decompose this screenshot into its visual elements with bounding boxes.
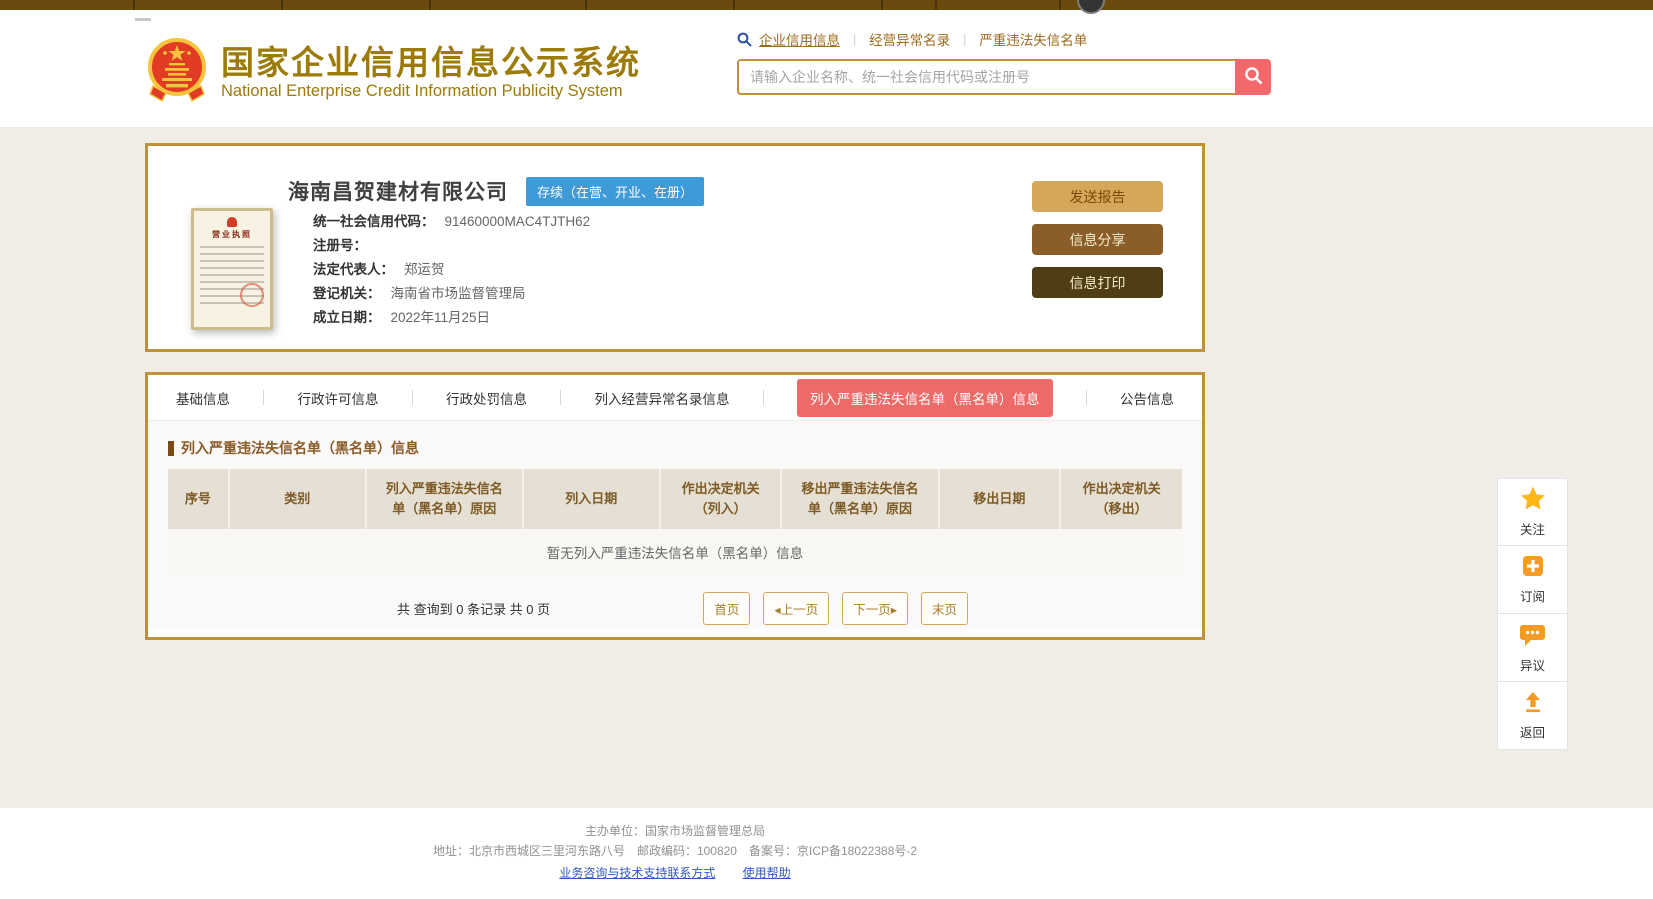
top-strip — [0, 0, 1653, 14]
side-widget: 关注 订阅 异议 返回 — [1497, 478, 1568, 750]
blacklist-section: 列入严重违法失信名单（黑名单）信息 序号 类别 列入严重违法失信名 单（黑名单）… — [148, 420, 1202, 629]
company-name: 海南昌贺建材有限公司 — [288, 181, 508, 204]
subscribe-button[interactable]: 订阅 — [1497, 546, 1568, 614]
top-strip-divider — [585, 0, 587, 10]
tab-separator — [263, 390, 265, 405]
search-button-icon — [1244, 66, 1263, 88]
license-red-seal-icon — [240, 283, 264, 307]
top-strip-divider — [281, 0, 283, 10]
license-title: 营业执照 — [212, 230, 252, 239]
col-header-removal-reason: 移出严重违法失信名 单（黑名单）原因 — [781, 469, 940, 529]
search-button[interactable] — [1235, 59, 1271, 95]
company-fields: 统一社会信用代码： 91460000MAC4TJTH62 注册号： 法定代表人：郑… — [313, 210, 590, 330]
blacklist-table: 序号 类别 列入严重违法失信名 单（黑名单）原因 列入日期 作出决定机关 （列入… — [168, 469, 1182, 575]
footer-address: 地址：北京市西城区三里河东路八号 邮政编码：100820 备案号：京ICP备18… — [432, 844, 918, 859]
top-strip-divider — [733, 0, 735, 10]
col-header-inclusion-date: 列入日期 — [522, 469, 661, 529]
detail-tabbar: 基础信息 行政许可信息 行政处罚信息 列入经营异常名录信息 列入严重违法失信名单… — [148, 375, 1202, 420]
page-footer: 主办单位：国家市场监督管理总局 地址：北京市西城区三里河东路八号 邮政编码：10… — [0, 808, 1653, 899]
objection-button[interactable]: 异议 — [1497, 614, 1568, 682]
prev-page-button[interactable]: ◂上一页 — [763, 592, 830, 625]
pagination: 共 查询到 0 条记录 共 0 页 首页 ◂上一页 下一页▸ 末页 — [168, 592, 1182, 625]
first-page-button[interactable]: 首页 — [703, 592, 751, 625]
company-status-badge: 存续（在营、开业、在册） — [526, 176, 705, 206]
search-tab-separator: | — [963, 32, 967, 46]
empty-message: 暂无列入严重违法失信名单（黑名单）信息 — [168, 529, 1182, 575]
field-credit-code: 统一社会信用代码： 91460000MAC4TJTH62 — [313, 214, 591, 229]
company-summary-card: 营业执照 海南昌贺建材有限公司 存续（在营、开业、在册） 统一社会信用代码： 91… — [145, 143, 1205, 352]
info-share-button[interactable]: 信息分享 — [1032, 224, 1163, 255]
national-emblem-logo — [145, 36, 209, 109]
footer-link-help[interactable]: 使用帮助 — [743, 866, 791, 880]
top-strip-divider — [881, 0, 883, 10]
tab-serious-violation-blacklist[interactable]: 列入严重违法失信名单（黑名单）信息 — [797, 378, 1053, 417]
tab-separator — [1085, 390, 1087, 405]
section-title-marker — [168, 440, 174, 456]
top-strip-divider — [1059, 0, 1061, 10]
tab-separator — [560, 390, 562, 405]
top-strip-divider — [935, 0, 937, 10]
search-tab-serious-violation[interactable]: 严重违法失信名单 — [979, 29, 1087, 49]
col-header-inclusion-reason: 列入严重违法失信名 单（黑名单）原因 — [365, 469, 524, 529]
subscribe-plus-icon — [1521, 554, 1545, 583]
site-title-en: National Enterprise Credit Information P… — [221, 82, 623, 101]
tab-abnormal-operations[interactable]: 列入经营异常名录信息 — [595, 388, 730, 408]
col-header-category: 类别 — [228, 469, 367, 529]
info-print-button[interactable]: 信息打印 — [1032, 267, 1163, 298]
col-header-deciding-authority-out: 作出决定机关 （移出） — [1060, 469, 1182, 529]
site-brand: 国家企业信用信息公示系统 National Enterprise Credit … — [145, 36, 641, 109]
table-row: 暂无列入严重违法失信名单（黑名单）信息 — [168, 529, 1182, 575]
footer-link-support-contact[interactable]: 业务咨询与技术支持联系方式 — [559, 866, 715, 880]
search-icon — [737, 32, 752, 47]
company-detail-card: 基础信息 行政许可信息 行政处罚信息 列入经营异常名录信息 列入严重违法失信名单… — [145, 372, 1205, 640]
tab-separator — [762, 390, 764, 405]
back-to-top-button[interactable]: 返回 — [1497, 682, 1568, 750]
field-legal-representative: 法定代表人： 郑运贺 — [313, 262, 445, 277]
tab-announcements[interactable]: 公告信息 — [1120, 388, 1174, 408]
send-report-button[interactable]: 发送报告 — [1032, 181, 1163, 212]
business-license-thumbnail: 营业执照 — [191, 208, 273, 330]
tab-separator — [411, 390, 413, 405]
feedback-bubble-icon — [1519, 622, 1546, 652]
star-icon — [1520, 486, 1546, 516]
section-title: 列入严重违法失信名单（黑名单）信息 — [168, 438, 1182, 458]
follow-button[interactable]: 关注 — [1497, 478, 1568, 546]
site-title-cn: 国家企业信用信息公示系统 — [221, 43, 641, 81]
field-registration-authority: 登记机关： 海南省市场监督管理局 — [313, 286, 526, 301]
top-strip-divider — [429, 0, 431, 10]
footer-organizer: 主办单位：国家市场监督管理总局 — [584, 824, 765, 838]
record-count-summary: 共 查询到 0 条记录 共 0 页 — [397, 602, 551, 617]
search-tab-abnormal-operations[interactable]: 经营异常名录 — [869, 29, 950, 49]
col-header-removal-date: 移出日期 — [938, 469, 1062, 529]
col-header-seq: 序号 — [168, 469, 230, 529]
main-content: 营业执照 海南昌贺建材有限公司 存续（在营、开业、在册） 统一社会信用代码： 91… — [0, 127, 1653, 808]
last-page-button[interactable]: 末页 — [920, 592, 968, 625]
col-header-deciding-authority-in: 作出决定机关 （列入） — [659, 469, 783, 529]
search-input[interactable] — [737, 59, 1235, 95]
tab-basic-info[interactable]: 基础信息 — [176, 388, 230, 408]
tab-administrative-license[interactable]: 行政许可信息 — [298, 388, 379, 408]
top-strip-divider — [133, 0, 135, 10]
field-establishment-date: 成立日期： 2022年11月25日 — [313, 310, 491, 325]
field-registration-no: 注册号： — [313, 238, 367, 253]
page-header: 国家企业信用信息公示系统 National Enterprise Credit … — [0, 10, 1653, 127]
back-to-top-icon — [1521, 690, 1545, 719]
next-page-button[interactable]: 下一页▸ — [842, 592, 908, 625]
search-tab-enterprise-credit[interactable]: 企业信用信息 — [759, 29, 840, 49]
header-dash — [135, 18, 151, 21]
company-actions: 发送报告 信息分享 信息打印 — [1032, 181, 1163, 310]
license-emblem-icon — [227, 217, 237, 227]
tab-administrative-penalty[interactable]: 行政处罚信息 — [446, 388, 527, 408]
search-block: 企业信用信息 | 经营异常名录 | 严重违法失信名单 — [737, 26, 1271, 95]
search-tab-separator: | — [853, 32, 857, 46]
